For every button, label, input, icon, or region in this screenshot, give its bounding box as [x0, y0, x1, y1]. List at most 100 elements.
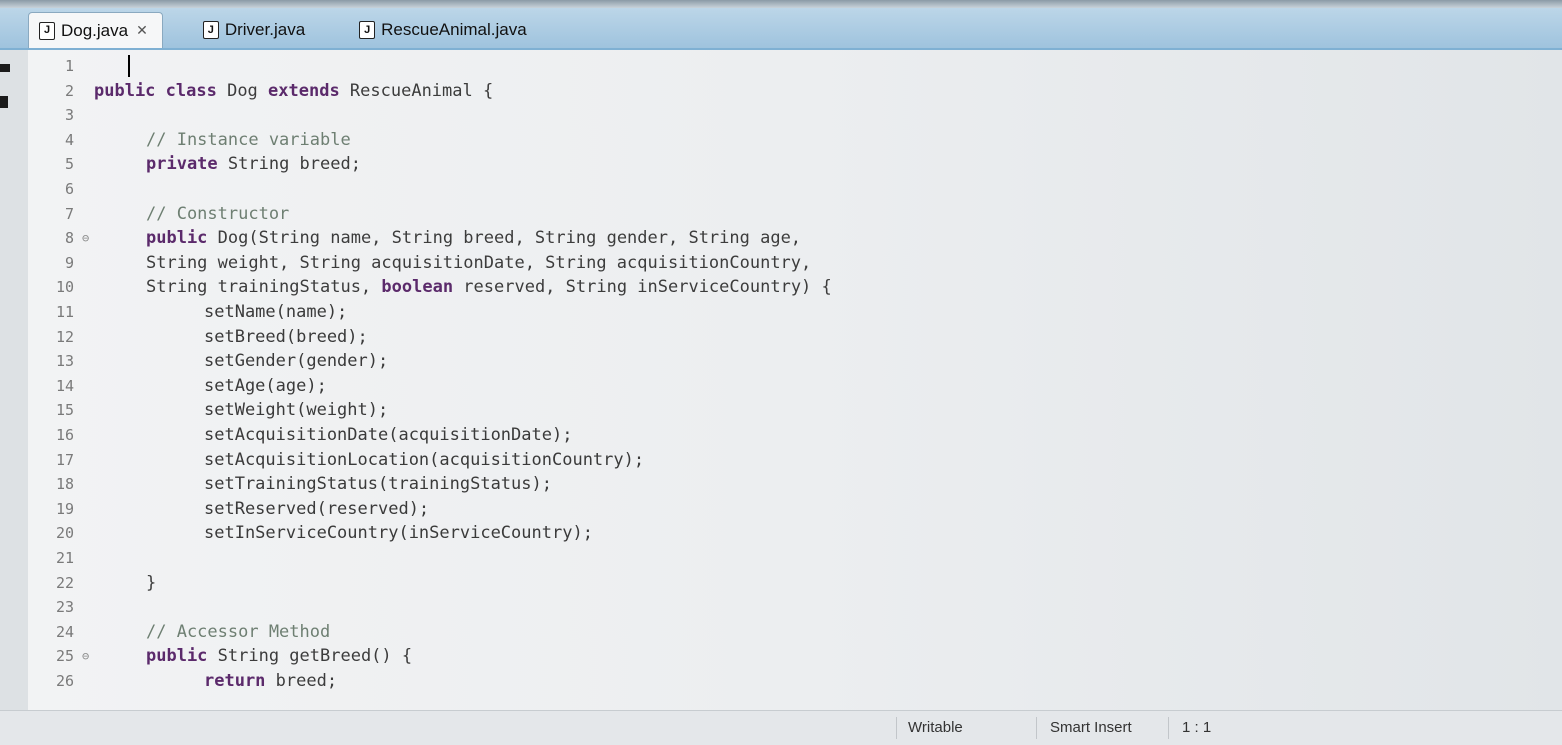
code-text: setWeight(weight); — [204, 400, 388, 420]
code-line[interactable]: 22} — [28, 571, 156, 595]
line-number: 24 — [55, 622, 74, 641]
code-line[interactable]: 7 // Constructor — [28, 202, 289, 226]
code-line[interactable]: 11 setName(name); — [28, 300, 347, 324]
code-keyword: private — [146, 154, 228, 175]
code-token: setAge(age); — [204, 375, 327, 396]
code-line[interactable]: 5 private String breed; — [28, 152, 361, 176]
code-line[interactable]: 16 setAcquisitionDate(acquisitionDate); — [28, 423, 573, 447]
code-text: String trainingStatus, boolean reserved,… — [146, 277, 832, 297]
code-keyword: public — [94, 80, 166, 101]
close-icon[interactable]: ✕ — [136, 22, 148, 39]
code-text: return breed; — [204, 671, 337, 691]
line-number: 22 — [55, 573, 74, 592]
line-number: 3 — [64, 106, 74, 125]
code-text: setTrainingStatus(trainingStatus); — [204, 474, 552, 494]
status-separator — [1036, 717, 1037, 739]
code-token: RescueAnimal { — [349, 80, 494, 101]
code-token: setAcquisitionDate(acquisitionDate); — [204, 425, 573, 445]
code-line[interactable]: 13 setGender(gender); — [28, 349, 388, 373]
code-token: setReserved(reserved); — [204, 498, 430, 519]
fold-toggle-icon[interactable]: ⊖ — [82, 649, 94, 663]
code-text: setBreed(breed); — [204, 327, 368, 347]
code-line[interactable]: 10 String trainingStatus, boolean reserve… — [28, 275, 832, 299]
code-text: setInServiceCountry(inServiceCountry); — [204, 523, 593, 543]
line-number: 18 — [55, 475, 74, 494]
code-line[interactable]: 12 setBreed(breed); — [28, 325, 368, 349]
code-keyword: public — [146, 646, 218, 667]
code-text: public Dog(String name, String breed, St… — [146, 228, 801, 248]
line-number: 2 — [64, 81, 74, 100]
code-text: } — [146, 573, 156, 593]
cursor-position: 1 : 1 — [1182, 719, 1212, 736]
line-number: 26 — [55, 672, 74, 690]
code-text: private String breed; — [146, 154, 361, 174]
code-comment: // Instance variable — [146, 129, 351, 150]
code-line[interactable]: 8 ⊖ public Dog(String name, String breed, … — [28, 226, 801, 250]
window-top-toolbar — [0, 0, 1562, 8]
code-text: setAcquisitionDate(acquisitionDate); — [204, 425, 572, 445]
code-token: setWeight(weight); — [204, 400, 389, 421]
code-line[interactable]: 21 — [28, 546, 94, 570]
code-keyword: public — [146, 228, 218, 249]
code-line[interactable]: 9 String weight, String acquisitionDate, … — [28, 251, 811, 275]
bookmark-marker — [0, 64, 10, 72]
code-line[interactable]: 26 return breed; — [28, 669, 337, 693]
code-text: public class Dog extends RescueAnimal { — [94, 81, 493, 101]
tab-rescueanimal-java[interactable]: J RescueAnimal.java — [349, 12, 541, 48]
code-token: setAcquisitionLocation(acquisitionCountr… — [204, 449, 645, 470]
code-line[interactable]: 14 setAge(age); — [28, 374, 327, 398]
code-keyword: extends — [268, 80, 350, 101]
code-token: setGender(gender); — [204, 351, 389, 372]
line-number: 6 — [64, 180, 74, 198]
java-file-icon: J — [202, 21, 219, 39]
fold-toggle-icon[interactable]: ⊖ — [82, 231, 94, 245]
code-text: String weight, String acquisitionDate, S… — [146, 253, 811, 273]
line-number: 7 — [64, 204, 74, 223]
code-line[interactable]: 20 setInServiceCountry(inServiceCountry); — [28, 521, 593, 545]
code-keyword: return — [204, 671, 276, 691]
code-keyword: class — [165, 80, 228, 101]
insert-mode-status[interactable]: Smart Insert — [1050, 719, 1132, 736]
code-token: } — [146, 572, 157, 593]
line-number: 8 — [64, 229, 74, 248]
code-token: setName(name); — [204, 302, 348, 322]
code-token: Dog — [227, 80, 269, 101]
status-separator — [896, 717, 897, 739]
tab-dog-java[interactable]: J Dog.java ✕ — [28, 12, 163, 48]
code-line[interactable]: 18 setTrainingStatus(trainingStatus); — [28, 472, 552, 496]
code-line[interactable]: 1 — [28, 54, 94, 78]
code-line[interactable]: 24 // Accessor Method — [28, 620, 330, 644]
code-line[interactable]: 17 setAcquisitionLocation(acquisitionCoun… — [28, 448, 644, 472]
code-token: String trainingStatus, — [146, 277, 382, 298]
text-cursor — [128, 55, 130, 77]
tab-driver-java[interactable]: J Driver.java — [193, 12, 319, 48]
code-keyword: boolean — [381, 277, 464, 298]
line-number: 16 — [55, 426, 74, 444]
left-ruler — [0, 50, 29, 744]
tab-label: Dog.java — [61, 20, 129, 40]
code-line[interactable]: 15 setWeight(weight); — [28, 398, 388, 422]
code-text: // Instance variable — [146, 130, 351, 150]
line-number: 25 — [55, 647, 74, 666]
code-editor[interactable]: 1 2 public class Dog extends RescueAnimal … — [28, 50, 1562, 710]
code-comment: // Constructor — [146, 203, 290, 224]
line-number: 14 — [55, 376, 74, 395]
line-number: 19 — [55, 499, 74, 518]
editor-tab-bar: J Dog.java ✕ J Driver.java J RescueAnima… — [0, 8, 1562, 50]
code-line[interactable]: 25 ⊖ public String getBreed() { — [28, 644, 412, 668]
code-line[interactable]: 2 public class Dog extends RescueAnimal { — [28, 79, 493, 103]
code-line[interactable]: 6 — [28, 177, 94, 201]
bookmark-marker — [0, 96, 8, 108]
code-line[interactable]: 3 — [28, 103, 94, 127]
code-text: setGender(gender); — [204, 351, 388, 371]
code-token: reserved, String inServiceCountry) { — [463, 277, 832, 298]
code-text: // Constructor — [146, 204, 289, 224]
line-number: 20 — [55, 524, 74, 543]
code-line[interactable]: 23 — [28, 595, 94, 619]
status-bar: Writable Smart Insert 1 : 1 — [0, 710, 1562, 745]
writable-status: Writable — [908, 719, 963, 736]
code-comment: // Accessor Method — [146, 621, 331, 642]
code-token: setTrainingStatus(trainingStatus); — [204, 474, 552, 495]
code-line[interactable]: 19 setReserved(reserved); — [28, 497, 429, 521]
code-line[interactable]: 4 // Instance variable — [28, 128, 351, 152]
